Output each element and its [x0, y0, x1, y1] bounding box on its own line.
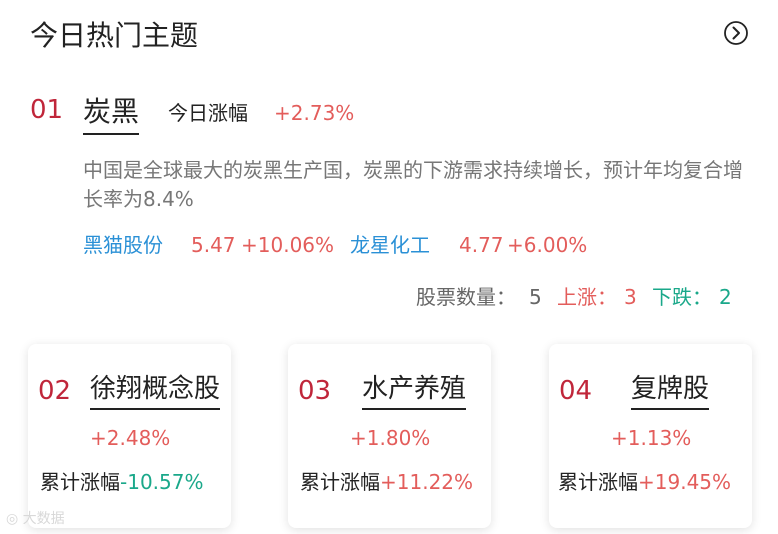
featured-topic-header: 01 炭黑 今日涨幅 +2.73%: [30, 90, 750, 138]
topic-card[interactable]: 03 水产养殖 +1.80% 累计涨幅+11.22%: [288, 344, 491, 528]
topic-rank: 01: [30, 95, 64, 125]
topic-name-link[interactable]: 复牌股: [631, 372, 710, 410]
cumulative-change-label: 累计涨幅: [558, 470, 638, 494]
stock-price: 4.77: [459, 233, 504, 257]
watermark: ◎ 大数据: [6, 508, 65, 528]
down-count-label: 下跌：: [652, 285, 712, 309]
stock-link[interactable]: 龙星化工: [350, 230, 430, 260]
topic-rank: 02: [38, 376, 72, 406]
stock-link[interactable]: 黑猫股份: [83, 230, 163, 260]
today-change-value: +2.73%: [274, 101, 355, 125]
stock-price: 5.47: [191, 233, 236, 257]
topic-change: +1.80%: [350, 426, 431, 450]
topic-card[interactable]: 04 复牌股 +1.13% 累计涨幅+19.45%: [549, 344, 752, 528]
cumulative-change-label: 累计涨幅: [300, 470, 380, 494]
up-count-label: 上涨：: [557, 285, 617, 309]
cumulative-change: 累计涨幅-10.57%: [40, 468, 203, 496]
featured-topic[interactable]: 01 炭黑 今日涨幅 +2.73% 中国是全球最大的炭黑生产国，炭黑的下游需求持…: [30, 90, 750, 309]
cumulative-change-value: +19.45%: [638, 470, 732, 494]
cumulative-change: 累计涨幅+19.45%: [558, 468, 731, 496]
topic-name-link[interactable]: 水产养殖: [362, 372, 467, 410]
topic-name-link[interactable]: 炭黑: [83, 94, 140, 135]
topic-rank: 03: [298, 376, 332, 406]
cumulative-change-label: 累计涨幅: [40, 470, 120, 494]
cumulative-change-value: -10.57%: [120, 470, 204, 494]
topic-change: +1.13%: [611, 426, 692, 450]
topic-rank: 04: [559, 376, 593, 406]
stock-change: +10.06%: [241, 233, 335, 257]
topic-card[interactable]: 02 徐翔概念股 +2.48% 累计涨幅-10.57%: [28, 344, 231, 528]
topic-name-link[interactable]: 徐翔概念股: [90, 372, 221, 410]
topic-change: +2.48%: [90, 426, 171, 450]
circle-chevron-right-icon[interactable]: [722, 19, 750, 47]
section-title: 今日热门主题: [30, 19, 199, 52]
stock-count-label: 股票数量：: [416, 285, 516, 309]
down-count-value: 2: [719, 285, 732, 309]
up-count-value: 3: [624, 285, 637, 309]
cumulative-change: 累计涨幅+11.22%: [300, 468, 473, 496]
stock-change: +6.00%: [507, 233, 588, 257]
watermark-text: 大数据: [22, 511, 65, 527]
section-header: 今日热门主题: [30, 18, 750, 58]
cumulative-change-value: +11.22%: [380, 470, 474, 494]
today-change-label: 今日涨幅: [168, 101, 248, 125]
watermark-logo-icon: ◎: [6, 511, 23, 527]
stock-count-value: 5: [529, 285, 542, 309]
topic-description: 中国是全球最大的炭黑生产国，炭黑的下游需求持续增长，预计年均复合增长率为8.4%: [83, 158, 743, 211]
